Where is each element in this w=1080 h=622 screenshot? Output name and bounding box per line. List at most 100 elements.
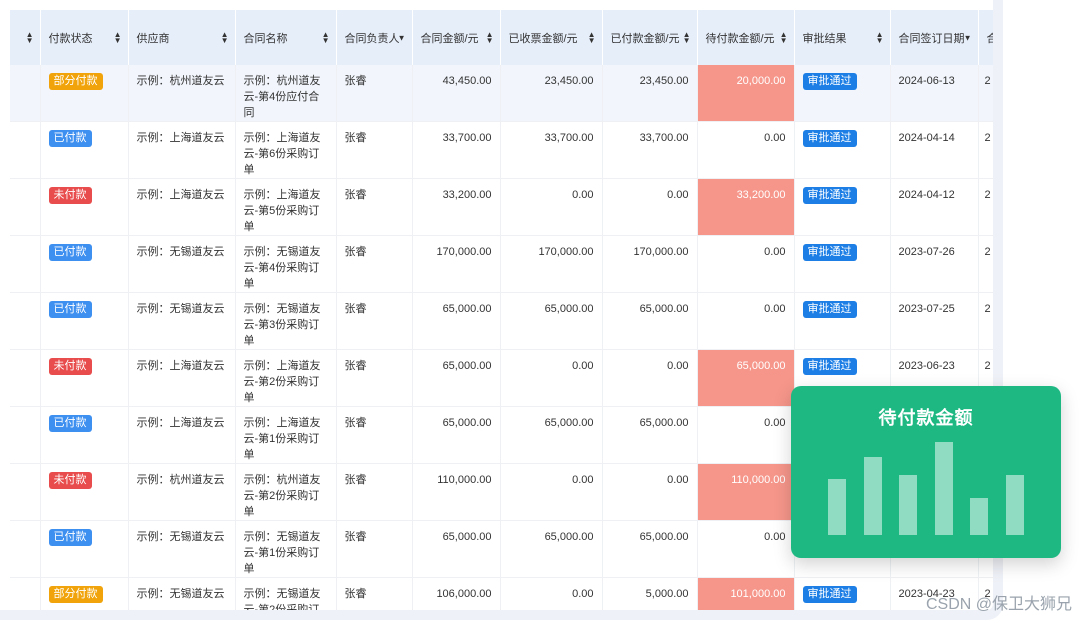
approval-badge[interactable]: 审批通过 <box>802 358 857 375</box>
row-select-cell[interactable] <box>10 577 41 610</box>
row-select-cell[interactable] <box>10 178 41 236</box>
sort-icon[interactable]: ▲ ▼ <box>486 30 494 44</box>
table-header-row: ▲ ▼ 付款状态 ▲ ▼ 供应商 ▲ ▼ 合同名称 ▲ ▼ 合同负责人 ▼ 合同金额/元 ▲ ▼ 已… <box>10 10 993 65</box>
table-row[interactable]: 部分付款 示例：杭州道友云 示例：杭州道友云-第4份应付合同 张睿 43,450.00 2… <box>10 65 993 122</box>
sign-date-cell: 2024-04-12 <box>890 178 979 236</box>
table-row[interactable]: 已付款 示例：无锡道友云 示例：无锡道友云-第4份采购订单 张睿 170,000.00 1… <box>10 235 993 293</box>
invoiced-amount-cell: 0.00 <box>500 577 603 610</box>
pending-amount-cell: 0.00 <box>697 235 795 293</box>
sort-icon[interactable]: ▲ ▼ <box>780 30 788 44</box>
sort-icon[interactable]: ▲ ▼ <box>876 30 884 44</box>
header-invoiced-amount[interactable]: 已收票金额/元 ▲ ▼ <box>500 10 603 65</box>
contract-name-cell[interactable]: 示例：无锡道友云-第4份采购订单 <box>235 235 337 293</box>
sort-icon[interactable]: ▲ ▼ <box>26 30 34 44</box>
table-row[interactable]: 未付款 示例：上海道友云 示例：上海道友云-第5份采购订单 张睿 33,200.00 0.… <box>10 178 993 236</box>
table-row[interactable]: 部分付款 示例：无锡道友云示例：无锡道友云-第2份采购订单张睿106,000.00… <box>10 577 993 610</box>
approval-badge[interactable]: 审批通过 <box>802 130 857 147</box>
header-payment-status[interactable]: 付款状态 ▲ ▼ <box>40 10 129 65</box>
supplier-cell: 示例：杭州道友云 <box>128 463 236 521</box>
contract-name-cell[interactable]: 示例：上海道友云-第1份采购订单 <box>235 406 337 464</box>
owner-cell: 张睿 <box>336 349 413 407</box>
row-select-cell[interactable] <box>10 121 41 179</box>
header-sort-column[interactable]: ▲ ▼ <box>10 10 41 65</box>
table-row[interactable]: 已付款 示例：无锡道友云 示例：无锡道友云-第3份采购订单 张睿 65,000.00 65… <box>10 292 993 350</box>
supplier-cell: 示例：上海道友云 <box>128 178 236 236</box>
contract-name-cell[interactable]: 示例：杭州道友云-第4份应付合同 <box>235 65 337 122</box>
popup-bar <box>970 498 988 535</box>
approval-badge[interactable]: 审批通过 <box>802 244 857 261</box>
contract-amount-cell: 65,000.00 <box>412 406 501 464</box>
status-badge: 已付款 <box>48 244 92 261</box>
header-supplier[interactable]: 供应商 ▲ ▼ <box>128 10 236 65</box>
pending-amount-cell: 101,000.00 <box>697 577 795 610</box>
contract-name-cell[interactable]: 示例：上海道友云-第6份采购订单 <box>235 121 337 179</box>
row-select-cell[interactable] <box>10 235 41 293</box>
row-select-cell[interactable] <box>10 292 41 350</box>
approval-badge[interactable]: 审批通过 <box>802 301 857 318</box>
paid-amount-cell: 33,700.00 <box>602 121 698 179</box>
contract-amount-cell: 106,000.00 <box>412 577 501 610</box>
invoiced-amount-cell: 33,700.00 <box>500 121 603 179</box>
header-contract-owner[interactable]: 合同负责人 ▼ <box>336 10 413 65</box>
header-contract-amount[interactable]: 合同金额/元 ▲ ▼ <box>412 10 501 65</box>
contract-amount-cell: 43,450.00 <box>412 65 501 122</box>
sort-icon[interactable]: ▲ ▼ <box>114 30 122 44</box>
header-clipped[interactable]: 合 <box>978 10 993 65</box>
clipped-cell: 2 <box>978 178 993 236</box>
invoiced-amount-cell: 23,450.00 <box>500 65 603 122</box>
row-select-cell[interactable] <box>10 65 41 122</box>
row-select-cell[interactable] <box>10 463 41 521</box>
sort-icon[interactable]: ▲ ▼ <box>588 30 596 44</box>
paid-amount-cell: 0.00 <box>602 178 698 236</box>
header-contract-name[interactable]: 合同名称 ▲ ▼ <box>235 10 337 65</box>
paid-amount-cell: 0.00 <box>602 349 698 407</box>
invoiced-amount-cell: 65,000.00 <box>500 292 603 350</box>
pending-amount-cell: 0.00 <box>697 520 795 578</box>
row-select-cell[interactable] <box>10 520 41 578</box>
dropdown-arrow-icon[interactable]: ▼ <box>398 33 406 42</box>
supplier-cell: 示例：上海道友云 <box>128 121 236 179</box>
clipped-cell: 2 <box>978 292 993 350</box>
supplier-cell: 示例：杭州道友云 <box>128 65 236 122</box>
owner-cell: 张睿 <box>336 463 413 521</box>
status-badge: 未付款 <box>48 358 92 375</box>
payment-status-cell: 部分付款 <box>40 65 129 122</box>
owner-cell: 张睿 <box>336 577 413 610</box>
row-select-cell[interactable] <box>10 406 41 464</box>
sort-icon[interactable]: ▲ ▼ <box>683 30 691 44</box>
row-select-cell[interactable] <box>10 349 41 407</box>
invoiced-amount-cell: 0.00 <box>500 463 603 521</box>
contract-name-cell[interactable]: 示例：杭州道友云-第2份采购订单 <box>235 463 337 521</box>
contract-amount-cell: 170,000.00 <box>412 235 501 293</box>
sign-date-cell: 2024-06-13 <box>890 65 979 122</box>
sort-desc-icon[interactable]: ▼ <box>964 33 972 42</box>
invoiced-amount-cell: 170,000.00 <box>500 235 603 293</box>
approval-badge[interactable]: 审批通过 <box>802 187 857 204</box>
header-approval-result[interactable]: 审批结果 ▲ ▼ <box>794 10 891 65</box>
pending-amount-cell: 110,000.00 <box>697 463 795 521</box>
contract-name-cell[interactable]: 示例：上海道友云-第5份采购订单 <box>235 178 337 236</box>
invoiced-amount-cell: 65,000.00 <box>500 520 603 578</box>
payment-status-cell: 已付款 <box>40 292 129 350</box>
table-row[interactable]: 已付款 示例：上海道友云 示例：上海道友云-第6份采购订单 张睿 33,700.00 33… <box>10 121 993 179</box>
payment-status-cell: 已付款 <box>40 121 129 179</box>
header-sign-date[interactable]: 合同签订日期 ▼ <box>890 10 979 65</box>
contract-name-cell[interactable]: 示例：上海道友云-第2份采购订单 <box>235 349 337 407</box>
supplier-cell: 示例：无锡道友云 <box>128 520 236 578</box>
approval-badge[interactable]: 审批通过 <box>802 73 857 90</box>
sort-icon[interactable]: ▲ ▼ <box>221 30 229 44</box>
contract-amount-cell: 33,200.00 <box>412 178 501 236</box>
contract-name-cell[interactable]: 示例：无锡道友云-第2份采购订单 <box>235 577 337 610</box>
contract-name-cell[interactable]: 示例：无锡道友云-第1份采购订单 <box>235 520 337 578</box>
clipped-cell: 2 <box>978 65 993 122</box>
status-badge: 部分付款 <box>48 73 103 90</box>
payment-status-cell: 已付款 <box>40 235 129 293</box>
sort-icon[interactable]: ▲ ▼ <box>322 30 330 44</box>
contract-name-cell[interactable]: 示例：无锡道友云-第3份采购订单 <box>235 292 337 350</box>
payment-status-cell: 未付款 <box>40 463 129 521</box>
header-paid-amount[interactable]: 已付款金额/元 ▲ ▼ <box>602 10 698 65</box>
pending-amount-cell: 33,200.00 <box>697 178 795 236</box>
supplier-cell: 示例：上海道友云 <box>128 349 236 407</box>
approval-badge[interactable]: 审批通过 <box>802 586 857 603</box>
header-pending-amount[interactable]: 待付款金额/元 ▲ ▼ <box>697 10 795 65</box>
